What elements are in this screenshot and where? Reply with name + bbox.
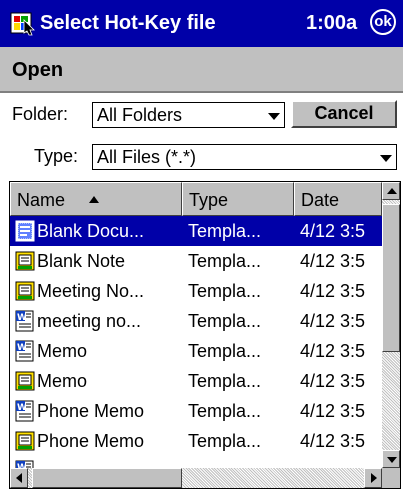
file-name: meeting no... <box>37 311 142 331</box>
file-name: Blank Note <box>37 251 126 271</box>
folder-label: Folder: <box>12 104 69 124</box>
file-name: Phone Memo <box>37 431 145 451</box>
vertical-scroll-thumb[interactable] <box>382 204 400 352</box>
type-value: All Files (*.*) <box>97 147 197 167</box>
file-row[interactable]: W Phone Memo Templa... 4/12 3:5 <box>10 396 382 426</box>
file-name: Memo <box>37 371 88 391</box>
scroll-down-button[interactable] <box>382 450 400 468</box>
file-date: 4/12 3:5 <box>300 431 366 451</box>
list-header: Name Type Date <box>10 182 382 216</box>
column-header-date[interactable]: Date <box>294 182 382 216</box>
file-type: Templa... <box>188 221 262 241</box>
file-row[interactable]: Memo Templa... 4/12 3:5 <box>10 366 382 396</box>
scroll-up-button[interactable] <box>382 182 400 200</box>
file-name: Memo <box>37 341 88 361</box>
column-header-type[interactable]: Type <box>182 182 294 216</box>
file-row[interactable]: W Memo Templa... 4/12 3:5 <box>10 336 382 366</box>
file-date: 4/12 3:5 <box>300 371 366 391</box>
file-row[interactable]: Phone Memo Templa... 4/12 3:5 <box>10 426 382 456</box>
folder-dropdown[interactable]: All Folders <box>92 102 285 128</box>
note-icon <box>15 430 35 452</box>
file-row[interactable]: Blank Note Templa... 4/12 3:5 <box>10 246 382 276</box>
chevron-down-icon <box>268 113 280 120</box>
column-header-label: Type <box>189 190 229 210</box>
file-type: Templa... <box>188 311 262 331</box>
window-title: Select Hot-Key file <box>40 12 216 34</box>
file-name: Meeting No... <box>37 281 145 301</box>
scroll-right-button[interactable] <box>364 468 382 488</box>
column-header-label: Name <box>17 190 66 210</box>
file-row[interactable]: Meeting No... Templa... 4/12 3:5 <box>10 276 382 306</box>
column-header-name[interactable]: Name <box>10 182 182 216</box>
type-label: Type: <box>34 146 79 166</box>
arrow-down-icon <box>387 457 397 463</box>
word-icon: W <box>15 310 35 332</box>
app-icon <box>10 12 35 36</box>
file-date: 4/12 3:5 <box>300 281 366 301</box>
folder-value: All Folders <box>97 105 183 125</box>
ok-button[interactable]: ok <box>370 9 396 35</box>
file-date: 4/12 3:5 <box>300 251 366 271</box>
open-menu[interactable]: Open <box>12 58 63 82</box>
chevron-down-icon <box>380 155 392 162</box>
file-date: 4/12 3:5 <box>300 221 366 241</box>
column-header-label: Date <box>301 190 340 210</box>
note-icon <box>15 370 35 392</box>
title-bar: Select Hot-Key file 1:00a ok <box>0 0 403 47</box>
sort-ascending-icon <box>89 196 99 203</box>
file-row[interactable]: W meeting no... Templa... 4/12 3:5 <box>10 306 382 336</box>
svg-text:W: W <box>17 313 27 323</box>
svg-text:W: W <box>17 343 27 353</box>
file-type: Templa... <box>188 431 262 451</box>
file-row[interactable]: Blank Docu... Templa... 4/12 3:5 <box>10 216 382 246</box>
word-icon: W <box>15 340 35 362</box>
command-bar: Open <box>0 47 403 93</box>
type-dropdown[interactable]: All Files (*.*) <box>92 144 397 170</box>
word-icon: W <box>15 400 35 422</box>
file-type: Templa... <box>188 251 262 271</box>
horizontal-scroll-thumb[interactable] <box>32 468 182 488</box>
file-name: Phone Memo <box>37 401 145 421</box>
file-type: Templa... <box>188 371 262 391</box>
file-type: Templa... <box>188 341 262 361</box>
note-icon <box>15 280 35 302</box>
file-date: 4/12 3:5 <box>300 401 366 421</box>
vertical-scrollbar[interactable] <box>382 182 400 468</box>
note-icon <box>15 250 35 272</box>
svg-text:W: W <box>17 403 27 413</box>
template-icon <box>15 220 35 242</box>
filter-panel: Folder: All Folders Cancel Type: All Fil… <box>0 93 403 181</box>
scroll-left-button[interactable] <box>10 468 28 488</box>
file-name: Blank Docu... <box>37 221 145 241</box>
file-date: 4/12 3:5 <box>300 311 366 331</box>
file-list[interactable]: Name Type Date Blank Docu... Templa... 4… <box>9 181 401 489</box>
arrow-left-icon <box>16 473 22 483</box>
horizontal-scrollbar[interactable] <box>10 468 382 488</box>
arrow-right-icon <box>371 473 377 483</box>
arrow-up-icon <box>387 188 397 194</box>
file-type: Templa... <box>188 281 262 301</box>
file-type: Templa... <box>188 401 262 421</box>
file-date: 4/12 3:5 <box>300 341 366 361</box>
cancel-button[interactable]: Cancel <box>291 100 397 128</box>
clock[interactable]: 1:00a <box>306 10 357 36</box>
scrollbar-corner <box>382 468 400 488</box>
